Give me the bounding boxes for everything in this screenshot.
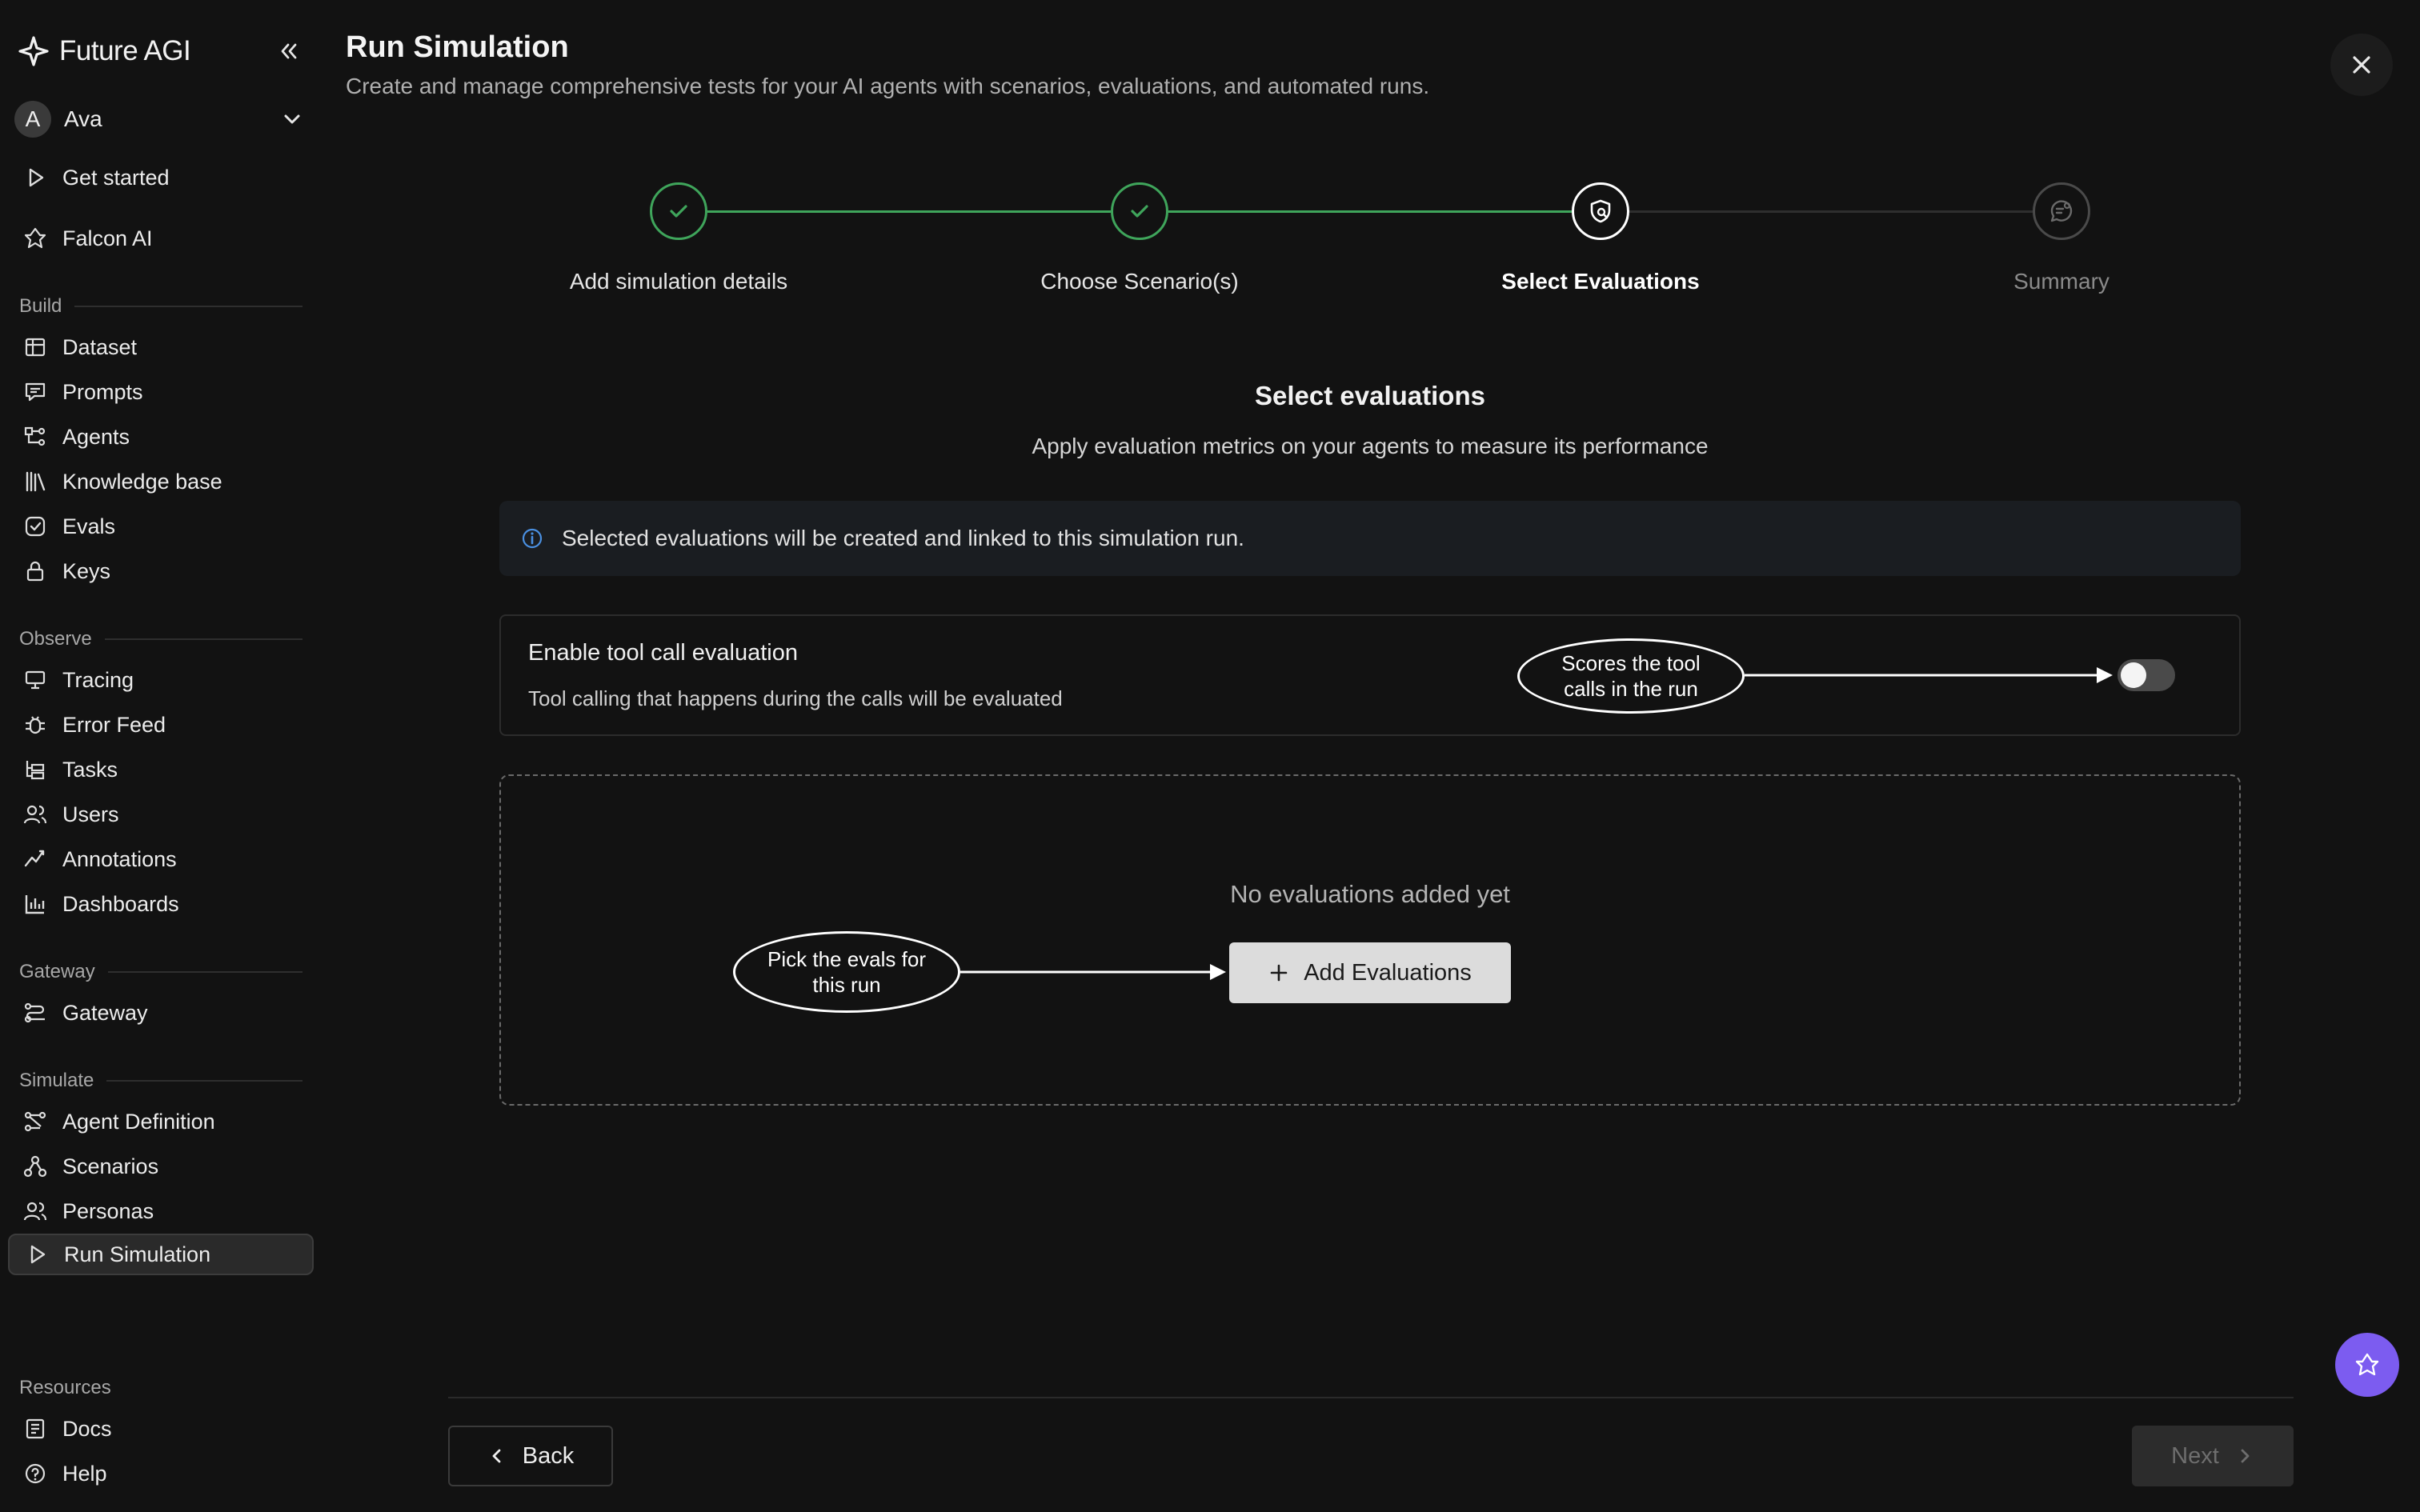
callout-toggle: Scores the tool calls in the run	[1517, 638, 1745, 714]
back-button[interactable]: Back	[448, 1426, 613, 1486]
footer-divider	[448, 1397, 2294, 1398]
falcon-icon	[2355, 1353, 2379, 1376]
assistant-fab-button[interactable]	[2335, 1333, 2399, 1397]
arrowhead-icon	[1210, 964, 1226, 980]
next-button[interactable]: Next	[2132, 1426, 2294, 1486]
next-label: Next	[2171, 1442, 2219, 1469]
chevron-left-icon	[492, 1449, 501, 1463]
callout-add-evaluations: Pick the evals for this run	[733, 931, 960, 1013]
arrowhead-icon	[2097, 667, 2113, 683]
callout-arrows	[960, 667, 2113, 980]
chevron-right-icon	[2241, 1449, 2250, 1463]
back-label: Back	[522, 1442, 575, 1469]
